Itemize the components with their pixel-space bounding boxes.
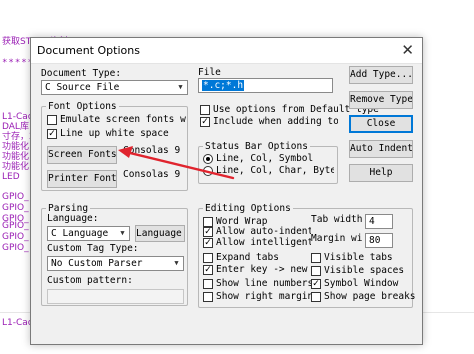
annotation-arrow-icon xyxy=(118,146,235,180)
